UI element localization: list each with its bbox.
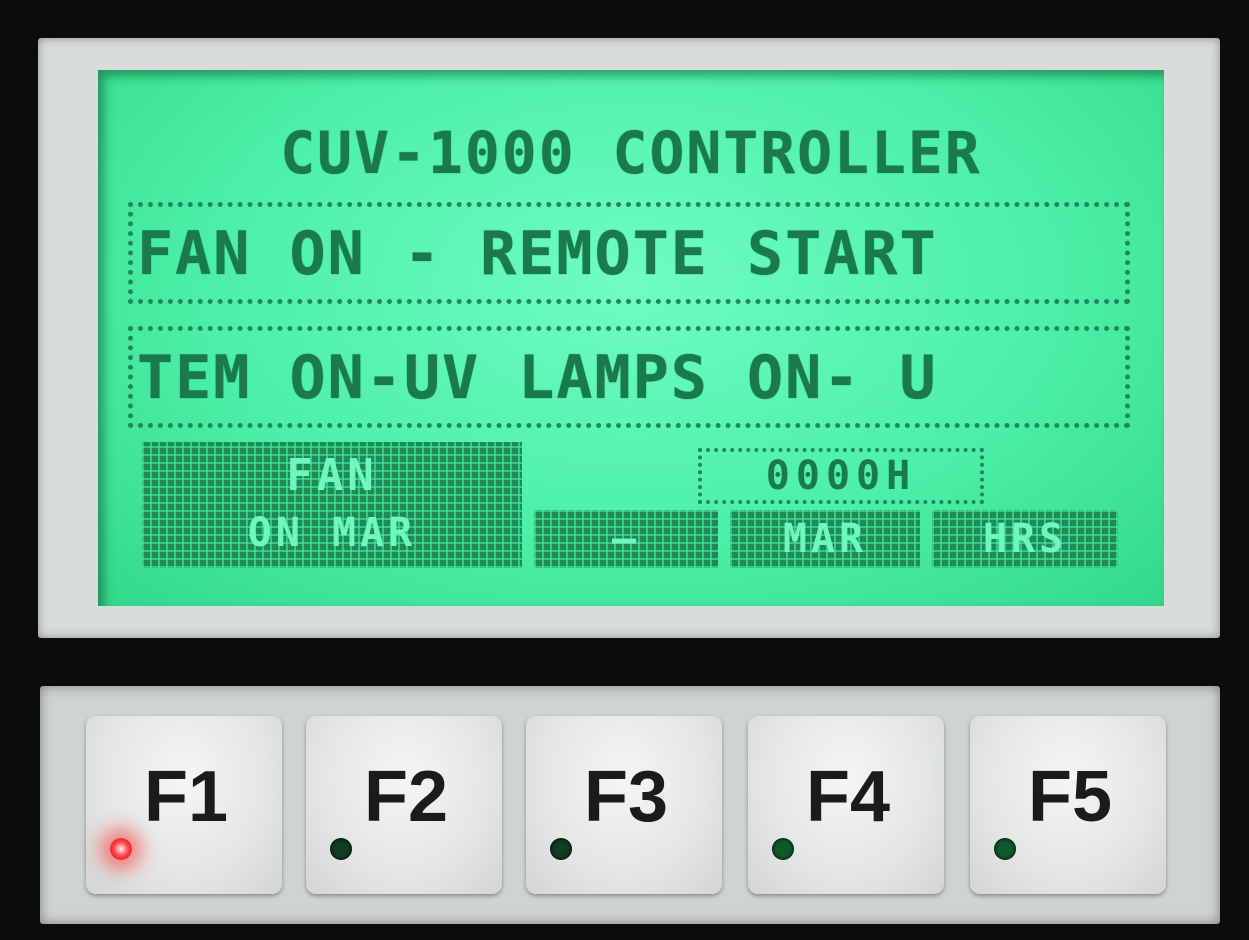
softkey-fan-title: FAN: [286, 450, 378, 501]
f1-led-indicator: [110, 838, 132, 860]
f2-led-indicator: [330, 838, 352, 860]
hours-counter: 0000H: [698, 448, 984, 504]
f2-key[interactable]: F2: [306, 716, 502, 894]
f3-led-indicator: [550, 838, 572, 860]
status-box-2: TEM ON-UV LAMPS ON- U: [128, 326, 1130, 428]
f5-key-label: F5: [1028, 757, 1113, 837]
f4-key[interactable]: F4: [748, 716, 944, 894]
softkey-fan-sub: ON MAR: [247, 510, 417, 556]
f4-key-label: F4: [806, 757, 891, 837]
softkey-mar-label: MAR: [730, 510, 920, 568]
softkey-bar: FAN ON MAR — 0000H MAR HRS: [142, 442, 1118, 572]
status-box-1: FAN ON - REMOTE START: [128, 202, 1130, 304]
softkey-dash-label: —: [534, 510, 718, 568]
status-line-2: TEM ON-UV LAMPS ON- U: [137, 343, 938, 413]
f1-key[interactable]: F1: [86, 716, 282, 894]
f5-led-indicator: [994, 838, 1016, 860]
f4-led-indicator: [772, 838, 794, 860]
function-keypad: F1 F2 F3 F4 F5: [40, 686, 1220, 924]
lcd-screen: CUV-1000 CONTROLLER FAN ON - REMOTE STAR…: [98, 70, 1164, 606]
f2-key-label: F2: [364, 757, 449, 837]
f3-key[interactable]: F3: [526, 716, 722, 894]
softkey-fan-label: FAN ON MAR: [142, 442, 522, 568]
controller-title: CUV-1000 CONTROLLER: [280, 119, 982, 187]
softkey-hrs-label: HRS: [932, 510, 1118, 568]
f3-key-label: F3: [584, 757, 669, 837]
status-line-1: FAN ON - REMOTE START: [137, 219, 938, 289]
f1-key-label: F1: [144, 757, 229, 837]
f5-key[interactable]: F5: [970, 716, 1166, 894]
